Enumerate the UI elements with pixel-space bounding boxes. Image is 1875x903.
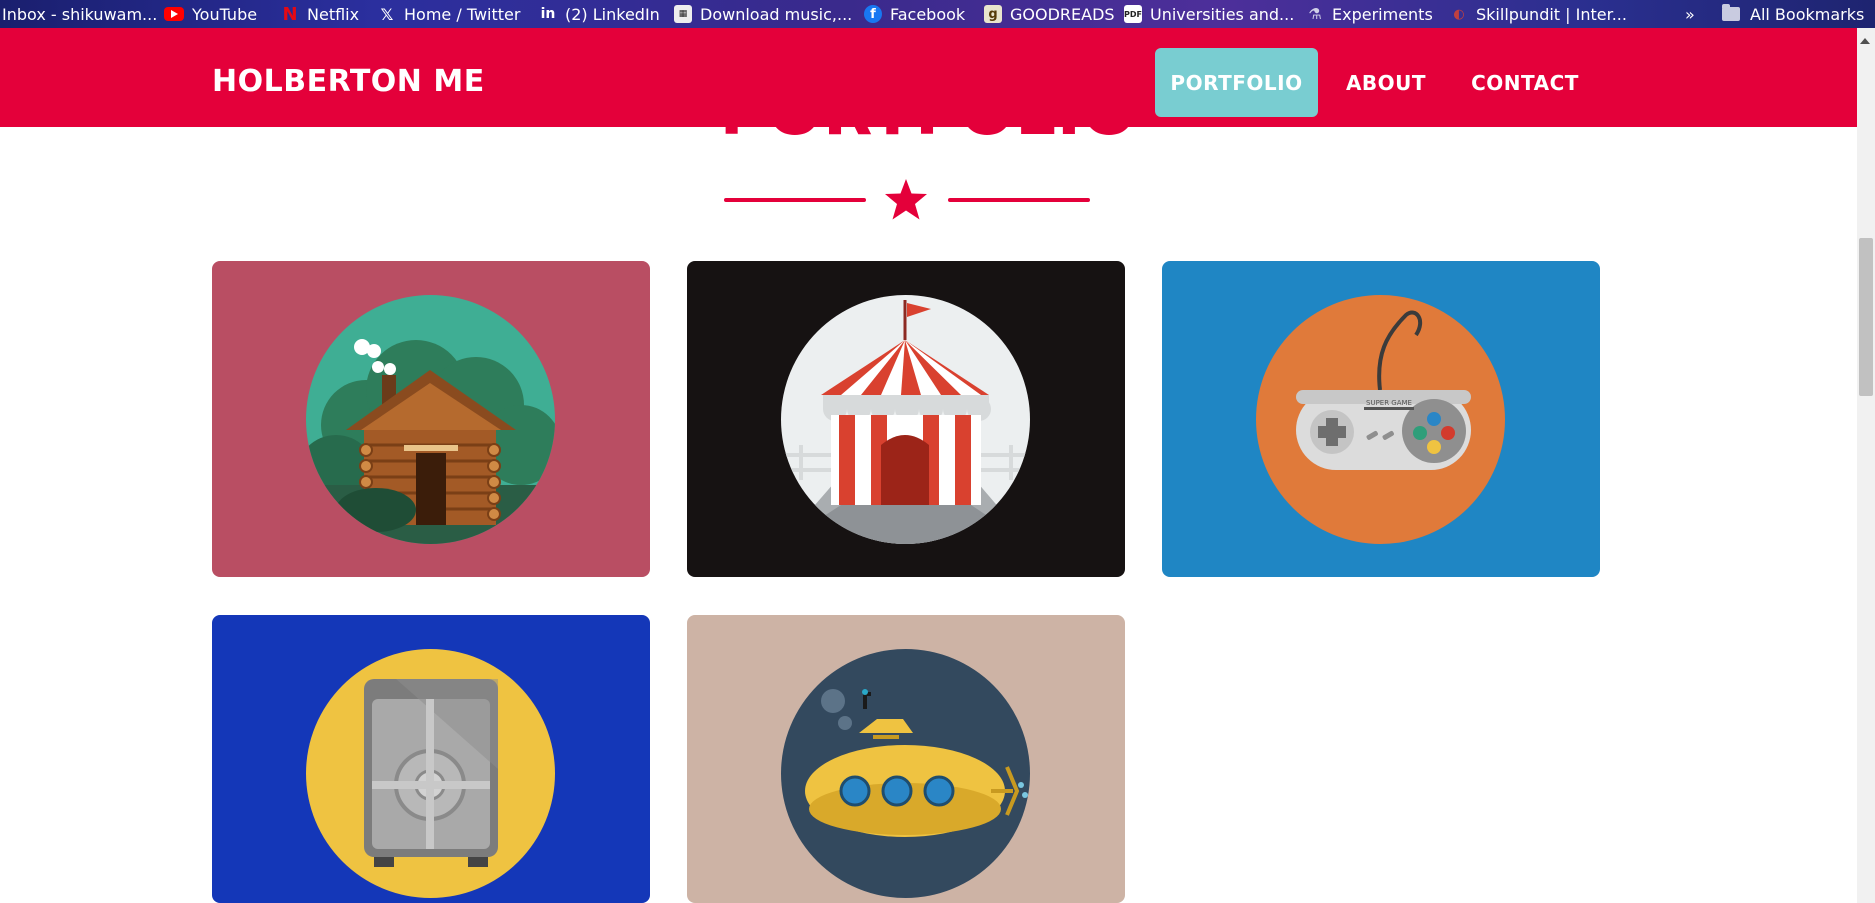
- youtube-icon: [164, 7, 184, 21]
- facebook-icon: f: [864, 5, 882, 23]
- skillpundit-icon: ◐: [1453, 6, 1465, 22]
- bookmark-universities[interactable]: PDF Universities and...: [1124, 0, 1294, 28]
- bookmark-goodreads[interactable]: g GOODREADS: [984, 0, 1115, 28]
- nav-about[interactable]: ABOUT: [1331, 48, 1441, 117]
- portfolio-item-submarine[interactable]: [687, 615, 1125, 903]
- divider-line-right: [948, 198, 1090, 202]
- bookmark-facebook[interactable]: f Facebook: [864, 0, 965, 28]
- safe-illustration: [306, 649, 555, 898]
- all-bookmarks-label: All Bookmarks: [1750, 4, 1865, 24]
- nav-portfolio[interactable]: PORTFOLIO: [1155, 48, 1318, 117]
- scrollbar-thumb[interactable]: [1859, 238, 1873, 396]
- bookmark-netflix[interactable]: N Netflix: [281, 0, 359, 28]
- download-music-icon: ▦: [674, 5, 692, 23]
- folder-icon: [1722, 4, 1740, 21]
- bookmark-label: (2) LinkedIn: [565, 4, 660, 24]
- linkedin-icon: in: [540, 6, 556, 22]
- game-controller-illustration: SUPER GAME: [1256, 295, 1505, 544]
- scroll-up-arrow-icon[interactable]: [1860, 38, 1870, 44]
- bookmark-gmail[interactable]: Inbox - shikuwam...: [2, 0, 157, 28]
- bookmark-download-music[interactable]: ▦ Download music,...: [674, 0, 852, 28]
- bookmark-label: Home / Twitter: [404, 4, 521, 24]
- netflix-icon: N: [282, 3, 298, 25]
- portfolio-item-game-controller[interactable]: SUPER GAME: [1162, 261, 1600, 577]
- bookmarks-overflow-button[interactable]: »: [1685, 0, 1695, 28]
- circus-tent-illustration: [781, 295, 1030, 544]
- top-navbar: HOLBERTON ME PORTFOLIO ABOUT CONTACT: [0, 28, 1857, 127]
- flask-icon: ⚗: [1308, 5, 1322, 23]
- cabin-illustration: [306, 295, 555, 544]
- controller-label: SUPER GAME: [1366, 399, 1412, 407]
- star-icon: [885, 179, 927, 220]
- heading-divider: [722, 177, 1092, 223]
- divider-line-left: [724, 198, 866, 202]
- site-brand[interactable]: HOLBERTON ME: [212, 64, 485, 99]
- bookmark-twitter[interactable]: 𝕏 Home / Twitter: [378, 0, 521, 28]
- nav-contact[interactable]: CONTACT: [1460, 48, 1590, 117]
- bookmark-label: YouTube: [192, 4, 258, 24]
- bookmark-skillpundit[interactable]: ◐ Skillpundit | Inter...: [1450, 0, 1627, 28]
- chevron-double-right-icon: »: [1685, 4, 1695, 24]
- bookmark-experiments[interactable]: ⚗ Experiments: [1306, 0, 1433, 28]
- bookmark-label: Experiments: [1332, 4, 1433, 24]
- portfolio-item-safe[interactable]: [212, 615, 650, 903]
- portfolio-item-circus-tent[interactable]: [687, 261, 1125, 577]
- portfolio-item-cabin[interactable]: [212, 261, 650, 577]
- bookmark-youtube[interactable]: YouTube: [164, 0, 257, 28]
- bookmarks-bar: Inbox - shikuwam... YouTube N Netflix 𝕏 …: [0, 0, 1875, 28]
- submarine-illustration: [781, 649, 1030, 898]
- bookmark-label: GOODREADS: [1010, 4, 1115, 24]
- bookmark-linkedin[interactable]: in (2) LinkedIn: [539, 0, 660, 28]
- all-bookmarks-button[interactable]: All Bookmarks: [1722, 0, 1864, 28]
- bookmark-label: Facebook: [890, 4, 966, 24]
- page-scrollbar[interactable]: [1857, 28, 1875, 903]
- goodreads-icon: g: [984, 5, 1002, 23]
- x-twitter-icon: 𝕏: [380, 4, 394, 24]
- pdf-icon: PDF: [1124, 5, 1142, 23]
- bookmark-label: Inbox - shikuwam...: [2, 4, 158, 24]
- bookmark-label: Netflix: [307, 4, 360, 24]
- bookmark-label: Universities and...: [1150, 4, 1295, 24]
- bookmark-label: Download music,...: [700, 4, 853, 24]
- bookmark-label: Skillpundit | Inter...: [1476, 4, 1627, 24]
